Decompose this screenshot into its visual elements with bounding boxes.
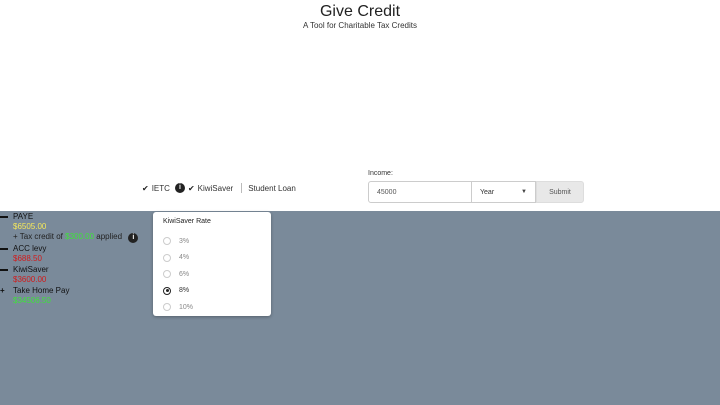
dash-icon — [0, 215, 8, 218]
income-form: Year ▼ Submit — [368, 181, 584, 203]
income-label: Income: — [368, 170, 393, 177]
kiwisaver-rate-popup: KiwiSaver Rate 3% 4% 6% 8% 10% — [153, 212, 271, 316]
popup-title: KiwiSaver Rate — [163, 218, 211, 225]
check-icon[interactable]: ✔ — [142, 184, 149, 193]
dash-icon — [0, 247, 8, 250]
rate-label: 4% — [179, 254, 190, 262]
controls-bar: ✔ IETC i ✔ KiwiSaver Student Loan Income… — [0, 170, 720, 210]
period-value: Year — [480, 188, 495, 196]
kiwisaver-item: KiwiSaver $3600.00 — [0, 265, 49, 285]
credit-amount: $300.00 — [65, 232, 95, 241]
plus-icon: + — [0, 286, 5, 295]
rate-option[interactable]: 3% — [163, 233, 261, 250]
income-input[interactable] — [368, 181, 472, 203]
radio-icon[interactable] — [163, 270, 171, 279]
page-title: Give Credit — [319, 3, 401, 20]
rate-label: 6% — [179, 270, 190, 278]
rate-option[interactable]: 6% — [163, 266, 261, 283]
options-row: ✔ IETC i ✔ KiwiSaver Student Loan — [142, 183, 298, 193]
paye-label: PAYE — [13, 212, 34, 221]
tax-credit-line: + Tax credit of $300.00 applied i — [13, 232, 141, 243]
acc-item: ACC levy $688.50 — [0, 244, 46, 264]
student-loan-label[interactable]: Student Loan — [248, 184, 296, 193]
dash-icon — [0, 268, 8, 271]
rate-option-selected[interactable]: 8% — [163, 283, 261, 300]
rate-label: 8% — [179, 287, 190, 295]
divider — [241, 183, 243, 193]
page-header: Give Credit A Tool for Charitable Tax Cr… — [0, 0, 720, 31]
caret-down-icon: ▼ — [521, 189, 527, 195]
take-home-item: + Take Home Pay $34506.50 — [0, 286, 69, 306]
info-icon[interactable]: i — [128, 233, 139, 243]
rate-label: 3% — [179, 237, 190, 245]
results-panel: PAYE $6505.00 + Tax credit of $300.00 ap… — [0, 211, 720, 405]
info-icon[interactable]: i — [174, 183, 185, 193]
submit-button[interactable]: Submit — [536, 181, 584, 203]
page-subtitle: A Tool for Charitable Tax Credits — [303, 21, 417, 30]
radio-icon[interactable] — [163, 253, 171, 262]
kiwisaver-label[interactable]: KiwiSaver — [198, 184, 234, 193]
credit-suffix: applied — [96, 232, 123, 241]
radio-icon[interactable] — [163, 303, 171, 312]
period-select[interactable]: Year ▼ — [472, 181, 536, 203]
take-home-label: Take Home Pay — [13, 286, 70, 295]
acc-label: ACC levy — [13, 244, 47, 253]
rate-option[interactable]: 10% — [163, 299, 261, 316]
check-icon[interactable]: ✔ — [188, 184, 195, 193]
paye-value: $6505.00 — [13, 222, 47, 231]
paye-item: PAYE $6505.00 + Tax credit of $300.00 ap… — [0, 212, 141, 243]
rate-label: 10% — [179, 303, 194, 311]
radio-icon[interactable] — [163, 237, 171, 246]
rate-option[interactable]: 4% — [163, 250, 261, 267]
ietc-label[interactable]: IETC — [152, 184, 170, 193]
acc-value: $688.50 — [13, 254, 42, 263]
take-home-value: $34506.50 — [13, 296, 51, 305]
kiwisaver-value: $3600.00 — [13, 275, 47, 284]
radio-selected-icon[interactable] — [163, 286, 171, 295]
kiwisaver-result-label: KiwiSaver — [13, 265, 49, 274]
credit-prefix: + Tax credit of — [13, 232, 63, 241]
